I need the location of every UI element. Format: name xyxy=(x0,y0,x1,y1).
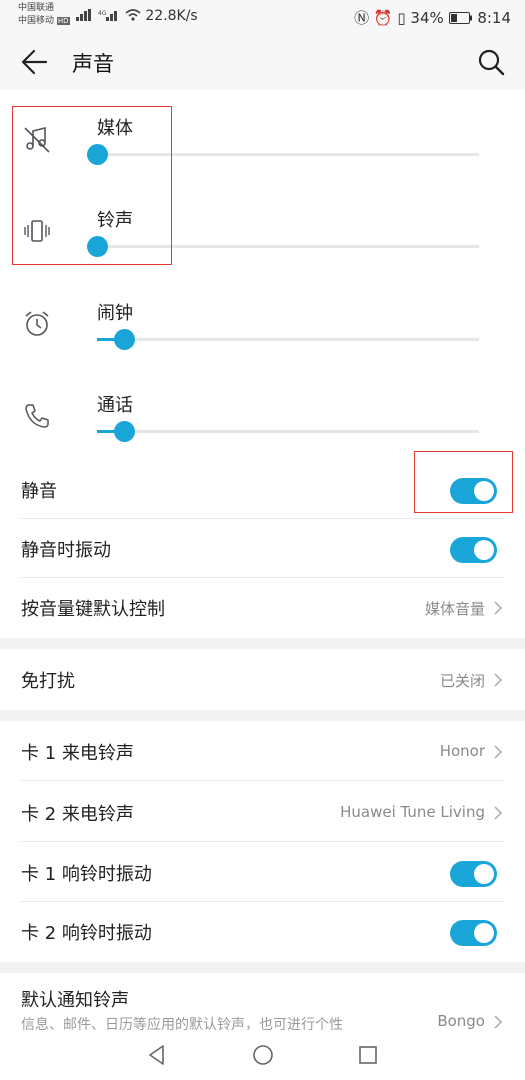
carrier-2: 中国移动 xyxy=(18,16,55,26)
divider xyxy=(21,780,505,781)
call-volume-slider[interactable] xyxy=(97,421,479,442)
vibrate-on-mute-label: 静音时振动 xyxy=(21,540,111,561)
recents-nav-icon[interactable] xyxy=(355,1042,381,1068)
sim1-vibrate-toggle[interactable] xyxy=(450,861,497,887)
divider xyxy=(21,841,505,842)
carrier-1: 中国联通 xyxy=(18,3,55,13)
chevron-right-icon xyxy=(494,673,503,687)
notification-ringtone-label: 默认通知铃声 xyxy=(21,990,129,1011)
highlight-box xyxy=(414,451,513,513)
phone-icon xyxy=(25,404,49,428)
section-gap xyxy=(0,710,525,721)
chevron-right-icon xyxy=(494,601,503,615)
sim2-ringtone-label: 卡 2 来电铃声 xyxy=(21,804,134,825)
notification-ringtone-row[interactable]: 默认通知铃声 信息、邮件、日历等应用的默认铃声，也可进行个性 Bongo xyxy=(0,974,525,1030)
toggle-thumb xyxy=(474,923,494,943)
net-speed: 22.8K/s xyxy=(145,8,198,24)
sim2-vibrate-toggle[interactable] xyxy=(450,920,497,946)
sim1-ringtone-value: Honor xyxy=(439,742,485,760)
sim1-vibrate-label: 卡 1 响铃时振动 xyxy=(21,864,152,885)
sim1-vibrate-row[interactable]: 卡 1 响铃时振动 xyxy=(0,843,525,902)
section-gap xyxy=(0,638,525,649)
nfc-icon: Ⓝ xyxy=(354,9,370,27)
sim2-ringtone-row[interactable]: 卡 2 来电铃声 Huawei Tune Living xyxy=(0,783,525,842)
notification-ringtone-desc: 信息、邮件、日历等应用的默认铃声，也可进行个性 xyxy=(21,1017,343,1030)
signal-icon xyxy=(76,9,91,21)
dnd-value: 已关闭 xyxy=(439,672,485,690)
sim2-vibrate-row[interactable]: 卡 2 响铃时振动 xyxy=(0,902,525,961)
toggle-thumb xyxy=(474,540,494,560)
svg-text:4G: 4G xyxy=(98,10,107,17)
vibrate-on-mute-row[interactable]: 静音时振动 xyxy=(0,519,525,578)
volume-key-label: 按音量键默认控制 xyxy=(21,599,165,620)
sim1-ringtone-row[interactable]: 卡 1 来电铃声 Honor xyxy=(0,722,525,781)
slider-knob[interactable] xyxy=(113,421,135,442)
back-nav-icon[interactable] xyxy=(144,1042,170,1068)
search-icon[interactable] xyxy=(475,46,507,78)
alarm-volume-label: 闹钟 xyxy=(97,303,133,324)
home-nav-icon[interactable] xyxy=(250,1042,276,1068)
notification-ringtone-value: Bongo xyxy=(437,1012,485,1030)
volume-key-row[interactable]: 按音量键默认控制 媒体音量 xyxy=(0,578,525,637)
toggle-thumb xyxy=(474,864,494,884)
alarm-icon xyxy=(25,311,49,336)
chevron-right-icon xyxy=(494,745,503,759)
mute-label: 静音 xyxy=(21,481,57,502)
chevron-right-icon xyxy=(494,1015,503,1029)
carrier-info: 中国联通 中国移动 HD xyxy=(18,2,70,28)
alarm-volume: 闹钟 xyxy=(0,289,525,381)
status-bar: 中国联通 中国移动 HD 4G 22.8K/s Ⓝ ⏰ ▯ 34% 8:14 xyxy=(0,0,525,34)
clock: 8:14 xyxy=(477,9,511,27)
page-title: 声音 xyxy=(72,52,114,76)
navigation-bar xyxy=(0,1030,525,1080)
alarm-status-icon: ⏰ xyxy=(373,9,393,27)
sim2-vibrate-label: 卡 2 响铃时振动 xyxy=(21,923,152,944)
sim2-ringtone-value: Huawei Tune Living xyxy=(340,803,485,821)
vibrate-on-mute-toggle[interactable] xyxy=(450,537,497,563)
chevron-right-icon xyxy=(494,806,503,820)
arrow-left-icon[interactable] xyxy=(16,46,52,78)
alarm-volume-slider[interactable] xyxy=(97,329,479,350)
section-gap xyxy=(0,962,525,973)
wifi-icon xyxy=(125,9,141,21)
dnd-label: 免打扰 xyxy=(21,671,75,692)
network-info: 4G 22.8K/s xyxy=(76,8,198,24)
highlight-box xyxy=(12,106,172,265)
status-right: Ⓝ ⏰ ▯ 34% 8:14 xyxy=(354,7,511,28)
signal-icon: 4G xyxy=(98,10,118,21)
dnd-row[interactable]: 免打扰 已关闭 xyxy=(0,650,525,709)
slider-knob[interactable] xyxy=(113,329,135,350)
battery-percent: 34% xyxy=(410,9,444,27)
volume-key-value: 媒体音量 xyxy=(424,600,485,618)
app-bar: 声音 xyxy=(0,34,525,90)
vibrate-status-icon: ▯ xyxy=(397,9,406,27)
call-volume-label: 通话 xyxy=(97,395,133,416)
hd-badge: HD xyxy=(56,17,70,25)
battery-icon xyxy=(448,12,472,24)
sim1-ringtone-label: 卡 1 来电铃声 xyxy=(21,743,134,764)
